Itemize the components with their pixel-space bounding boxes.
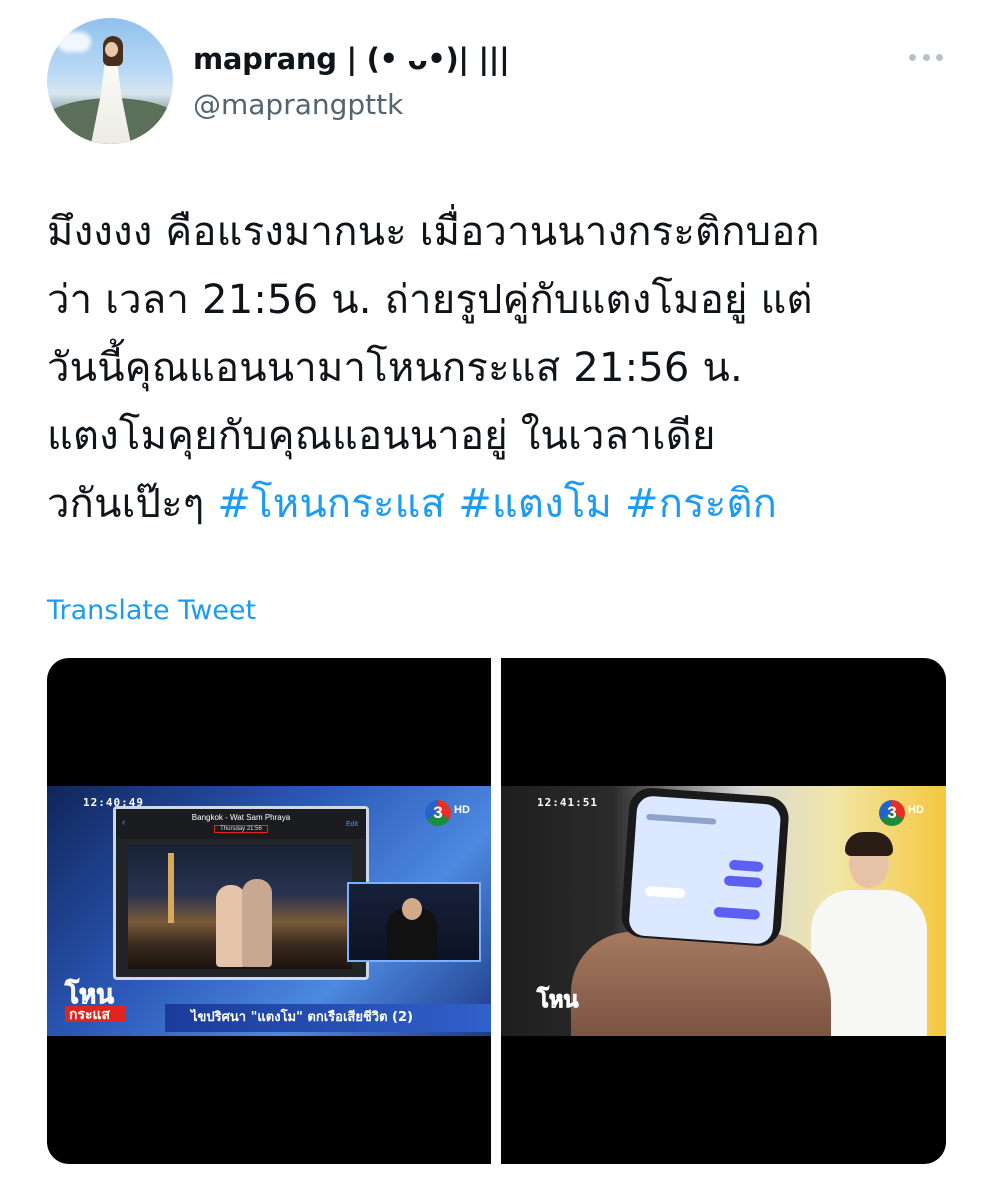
media-grid: 12:40:49 3 HD ‹ Bangkok - Wat Sam Phraya…: [47, 658, 946, 1164]
show-logo: โหน กระแส: [65, 979, 151, 1028]
chat-screen: [628, 795, 782, 945]
channel-hd-tag: HD: [908, 804, 924, 816]
show-logo-bottom: กระแส: [65, 1006, 125, 1022]
tweet-header: maprang | (• ᴗ•)| ||| @maprangpttk: [47, 18, 947, 148]
display-name[interactable]: maprang | (• ᴗ•)| |||: [193, 42, 510, 76]
translate-tweet-link[interactable]: Translate Tweet: [47, 595, 256, 626]
phone: [619, 786, 791, 948]
show-logo-top: โหน: [65, 979, 115, 1009]
actor-hair: [845, 832, 893, 856]
tweet-text-segment: มึงงงง คือแรงมากนะ เมื่อวานนางกระติกบอก: [47, 209, 820, 255]
channel-logo: 3: [879, 800, 905, 826]
media-image-right[interactable]: 12:41:51 3 HD โหน: [501, 658, 946, 1164]
screenshot-location: Bangkok - Wat Sam Phraya: [191, 813, 291, 822]
hashtag-link[interactable]: #แตงโม: [458, 481, 612, 527]
username-handle[interactable]: @maprangpttk: [193, 88, 403, 121]
tv-frame-left: 12:40:49 3 HD ‹ Bangkok - Wat Sam Phraya…: [47, 786, 491, 1036]
couple-photo: [128, 845, 352, 969]
host-face: [402, 898, 422, 920]
hashtag-link[interactable]: #กระติก: [625, 481, 777, 527]
back-icon: ‹: [122, 817, 126, 828]
tweet-text-segment: [612, 481, 625, 527]
lower-third-caption: ไขปริศนา "แตงโม" ตกเรือเสียชีวิต (2): [165, 1004, 491, 1032]
chat-bubble: [713, 906, 761, 920]
screenshot-time: Thursday 21:56: [214, 825, 268, 833]
tv-frame-right: 12:41:51 3 HD โหน: [501, 786, 946, 1036]
show-logo: โหน: [536, 987, 579, 1013]
avatar-face: [105, 42, 118, 57]
hand: [571, 932, 831, 1036]
chat-bubble: [644, 885, 686, 899]
screenshot-header: ‹ Bangkok - Wat Sam Phraya Thursday 21:5…: [116, 809, 366, 839]
avatar[interactable]: [47, 18, 173, 144]
chat-bubble: [728, 859, 764, 873]
hashtag-link[interactable]: #โหนกระแส: [217, 481, 445, 527]
chat-header: [646, 813, 717, 825]
tweet-text-line: วกันเป๊ะๆ #โหนกระแส #แตงโม #กระติก: [47, 470, 947, 538]
chat-bubble: [723, 875, 763, 889]
tweet-text-segment: [445, 481, 458, 527]
tweet-text-line: ว่า เวลา 21:56 น. ถ่ายรูปคู่กับแตงโมอยู่…: [47, 266, 947, 334]
tweet-text-segment: วกันเป๊ะๆ: [47, 481, 218, 527]
tweet-text-line: มึงงงง คือแรงมากนะ เมื่อวานนางกระติกบอก: [47, 198, 947, 266]
bridge-pylon: [168, 853, 174, 923]
tweet-text-line: วันนี้คุณแอนนามาโหนกระแส 21:56 น.: [47, 334, 947, 402]
phone-screenshot: ‹ Bangkok - Wat Sam Phraya Thursday 21:5…: [113, 806, 369, 980]
tweet-text-segment: ว่า เวลา 21:56 น. ถ่ายรูปคู่กับแตงโมอยู่…: [47, 277, 813, 323]
tweet-text: มึงงงง คือแรงมากนะ เมื่อวานนางกระติกบอกว…: [47, 198, 947, 538]
tweet-text-segment: วันนี้คุณแอนนามาโหนกระแส 21:56 น.: [47, 345, 743, 391]
tweet-text-line: แตงโมคุยกับคุณแอนนาอยู่ ในเวลาเดีย: [47, 402, 947, 470]
dot: [936, 53, 943, 61]
host-inset: [347, 882, 481, 962]
tweet-text-segment: แตงโมคุยกับคุณแอนนาอยู่ ในเวลาเดีย: [47, 413, 716, 459]
channel-logo: 3: [425, 800, 451, 826]
dot: [922, 53, 930, 61]
person-figure: [242, 879, 272, 967]
avatar-sky: [57, 32, 91, 52]
screenshot-edit: Edit: [345, 821, 358, 828]
channel-hd-tag: HD: [454, 804, 470, 816]
more-options-icon[interactable]: [909, 52, 943, 62]
media-image-left[interactable]: 12:40:49 3 HD ‹ Bangkok - Wat Sam Phraya…: [47, 658, 491, 1164]
tv-timestamp: 12:41:51: [537, 796, 598, 809]
dot: [909, 53, 916, 61]
